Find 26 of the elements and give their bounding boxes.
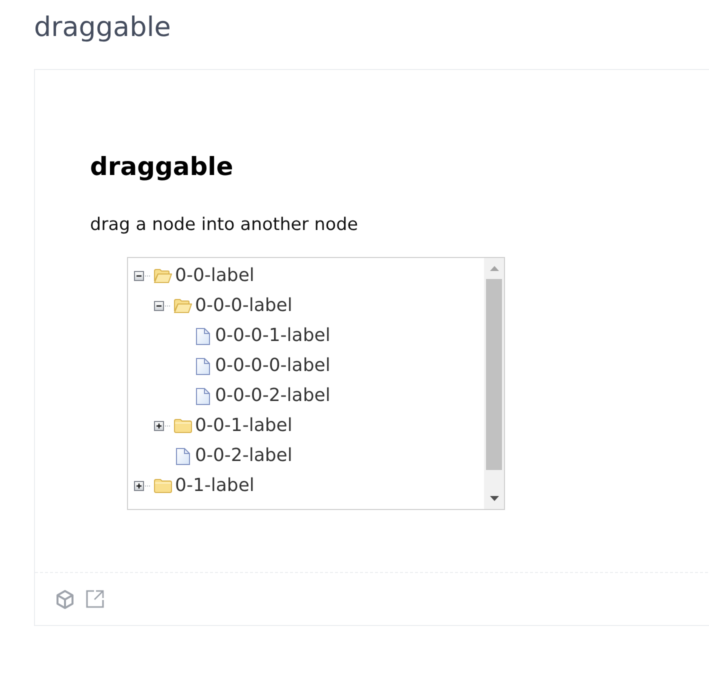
file-icon	[195, 358, 210, 374]
plus-box-icon[interactable]	[154, 421, 171, 431]
page-title: draggable	[34, 11, 172, 45]
tree-node-label[interactable]: 0-0-label	[175, 261, 254, 291]
scroll-down-arrow-icon[interactable]	[490, 496, 498, 501]
scrollbar-thumb[interactable]	[486, 279, 502, 470]
minus-box-icon[interactable]	[154, 301, 171, 311]
tree-node-label[interactable]: 0-0-0-2-label	[215, 381, 330, 411]
demo-title: draggable	[90, 151, 234, 183]
tree-node-label[interactable]: 0-0-0-label	[195, 291, 292, 321]
open-folder-icon	[174, 299, 192, 313]
tree-node-label[interactable]: 0-0-2-label	[195, 441, 292, 471]
tree-node-label[interactable]: 0-0-0-0-label	[215, 351, 330, 381]
minus-box-icon[interactable]	[134, 271, 151, 281]
scrollbar[interactable]	[484, 258, 504, 509]
folder-icon	[174, 419, 192, 433]
folder-icon	[154, 479, 172, 493]
open-folder-icon	[154, 269, 172, 283]
file-icon	[195, 328, 210, 344]
tree-node-label[interactable]: 0-0-0-1-label	[215, 321, 330, 351]
tree-node-label[interactable]: 0-0-1-label	[195, 411, 292, 441]
plus-box-icon[interactable]	[134, 481, 151, 491]
tree-node-label[interactable]: 0-1-label	[175, 471, 254, 501]
file-icon	[195, 388, 210, 404]
demo-description: drag a node into another node	[90, 214, 359, 237]
file-icon	[175, 448, 190, 464]
